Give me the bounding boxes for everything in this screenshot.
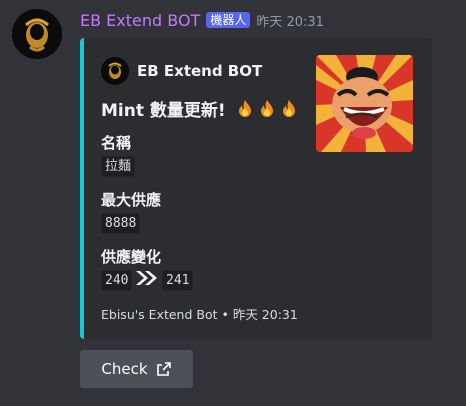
fire-icon (260, 99, 273, 117)
field-name-name: 名稱 (101, 134, 132, 152)
check-button-label: Check (101, 360, 148, 378)
embed-footer: Ebisu's Extend Bot • 昨天 20:31 (101, 307, 298, 322)
fire-icon (282, 99, 295, 117)
bot-tag: 機器人 (206, 12, 251, 28)
timestamp: 昨天 20:31 (256, 14, 324, 30)
field-value-supply-from: 240 (101, 270, 133, 291)
username[interactable]: EB Extend BOT (80, 11, 200, 30)
message-header: EB Extend BOT 機器人 昨天 20:31 (80, 9, 324, 31)
field-name-max-supply: 最大供應 (101, 191, 162, 209)
embed: EB Extend BOT Mint 數量更新! 名稱 拉麵 最大供應 8888… (80, 38, 432, 339)
embed-author-name[interactable]: EB Extend BOT (137, 62, 262, 80)
check-button[interactable]: Check (80, 350, 193, 388)
laughing-samurai-thumbnail[interactable] (316, 55, 413, 152)
external-link-icon (156, 362, 171, 376)
bot-avatar[interactable] (12, 9, 62, 59)
field-value-name: 拉麵 (101, 156, 136, 177)
fire-icon (238, 99, 251, 117)
field-value-supply-to: 241 (162, 270, 194, 291)
double-chevron-right-icon (136, 271, 157, 285)
avatar-icon (12, 9, 62, 59)
field-name-supply-change: 供應變化 (101, 248, 162, 266)
embed-title: Mint 數量更新! (101, 96, 300, 121)
fire-emojis (234, 98, 300, 120)
embed-author: EB Extend BOT (101, 57, 262, 85)
avatar-icon (101, 57, 129, 85)
embed-title-text: Mint 數量更新! (101, 101, 226, 121)
field-value-max-supply: 8888 (101, 213, 141, 234)
